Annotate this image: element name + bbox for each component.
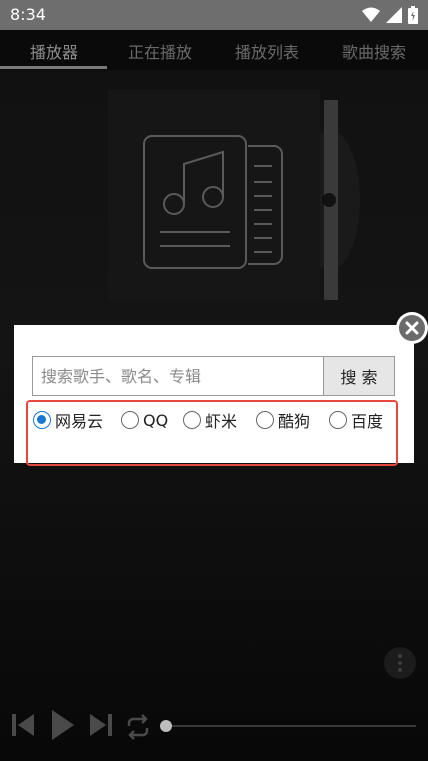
close-icon	[405, 321, 419, 335]
more-options-button[interactable]	[384, 647, 416, 679]
status-time: 8:34	[10, 5, 46, 24]
search-button[interactable]: 搜 索	[323, 356, 395, 396]
previous-icon[interactable]	[10, 712, 36, 738]
wifi-icon	[362, 7, 380, 22]
radio-unchecked-icon	[121, 411, 139, 429]
album-art-icon	[143, 135, 283, 269]
tab-now-playing[interactable]: 正在播放	[128, 39, 192, 63]
close-dialog-button[interactable]	[396, 312, 428, 344]
source-label: 网易云	[55, 412, 104, 431]
tab-song-search[interactable]: 歌曲搜索	[342, 39, 406, 63]
source-radio-kugou[interactable]: 酷狗	[256, 409, 310, 431]
source-label: 虾米	[205, 412, 238, 431]
source-radio-qq[interactable]: QQ	[121, 409, 168, 431]
source-label: 酷狗	[278, 412, 311, 431]
repeat-icon[interactable]	[124, 714, 152, 740]
radio-unchecked-icon	[183, 411, 201, 429]
source-radio-netease[interactable]: 网易云	[33, 409, 103, 431]
next-icon[interactable]	[88, 712, 114, 738]
signal-icon	[386, 7, 402, 23]
progress-thumb[interactable]	[160, 720, 172, 732]
search-input[interactable]	[32, 356, 324, 396]
progress-bar[interactable]	[168, 725, 416, 727]
radio-checked-icon	[33, 411, 51, 429]
tab-playlist[interactable]: 播放列表	[235, 39, 299, 63]
status-icons	[362, 5, 418, 25]
source-label: QQ	[143, 410, 169, 430]
source-label: 百度	[351, 412, 384, 431]
source-radio-baidu[interactable]: 百度	[329, 409, 383, 431]
battery-icon	[408, 6, 418, 24]
radio-unchecked-icon	[256, 411, 274, 429]
radio-unchecked-icon	[329, 411, 347, 429]
play-icon[interactable]	[50, 708, 76, 742]
source-radio-xiami[interactable]: 虾米	[183, 409, 237, 431]
disc-edge	[322, 100, 338, 300]
tab-player[interactable]: 播放器	[30, 39, 78, 63]
tab-indicator	[0, 66, 107, 69]
status-bar: 8:34	[0, 0, 428, 30]
tab-bar: 播放器 正在播放 播放列表 歌曲搜索	[0, 30, 428, 70]
album-art	[108, 90, 320, 300]
